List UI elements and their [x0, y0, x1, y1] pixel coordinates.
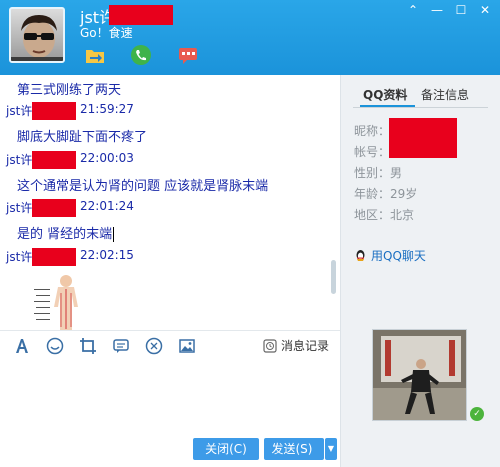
minimize-icon[interactable]: — — [428, 3, 446, 17]
window-controls: ⌃ — ☐ ✕ — [404, 3, 494, 17]
message-sender: jst许 — [6, 250, 33, 264]
qq-penguin-icon — [356, 250, 365, 261]
sender-redaction — [32, 102, 76, 120]
profile-redaction — [389, 118, 457, 158]
meridian-diagram-image[interactable] — [30, 273, 92, 330]
account-label: 帐号： — [354, 145, 391, 159]
sender-redaction — [32, 248, 76, 266]
phone-call-icon[interactable] — [130, 44, 152, 66]
maximize-icon[interactable]: ☐ — [452, 3, 470, 17]
emoji-icon[interactable] — [46, 337, 64, 355]
input-toolbar: 消息记录 — [0, 330, 340, 358]
profile-tabs: QQ资料 备注信息 — [353, 83, 488, 109]
qq-chat-label: 用QQ聊天 — [371, 249, 426, 263]
send-button[interactable]: 发送(S) — [264, 438, 324, 460]
message-text: 脚底大脚趾下面不疼了 — [17, 130, 148, 145]
contact-photo[interactable] — [372, 329, 467, 421]
message-text: 是的 肾经的末端 — [17, 227, 115, 242]
message-text: 这个通常是认为肾的问题 应该就是肾脉末端 — [17, 179, 269, 194]
tab-qq-profile[interactable]: QQ资料 — [363, 86, 407, 103]
message-time: 22:00:03 — [80, 151, 134, 165]
age-row: 年龄：29岁 — [354, 187, 418, 201]
history-label: 消息记录 — [281, 339, 330, 353]
message-time: 22:01:24 — [80, 199, 134, 213]
text-cursor — [113, 227, 115, 242]
message-sender: jst许 — [6, 104, 33, 118]
tab-remark-info[interactable]: 备注信息 — [421, 86, 469, 103]
gift-icon[interactable] — [145, 337, 163, 355]
avatar-portrait — [11, 15, 63, 61]
chat-history[interactable]: 第三式刚练了两天 jst许 21:59:27 脚底大脚趾下面不疼了 jst许 2… — [0, 75, 340, 330]
message-time: 22:02:15 — [80, 248, 134, 262]
region-row: 地区：北京 — [354, 208, 415, 222]
profile-panel: QQ资料 备注信息 昵称： 帐号： 性别：男 年龄：29岁 地区：北京 用QQ聊… — [341, 75, 500, 467]
file-transfer-icon[interactable] — [84, 44, 106, 66]
crop-icon[interactable] — [79, 337, 97, 355]
avatar[interactable] — [9, 7, 65, 63]
chat-bubble-icon[interactable] — [112, 337, 130, 355]
message-sender: jst许 — [6, 201, 33, 215]
close-icon[interactable]: ✕ — [476, 3, 494, 17]
gender-row: 性别：男 — [354, 166, 403, 180]
sender-redaction — [32, 151, 76, 169]
tab-divider — [353, 107, 488, 108]
send-options-dropdown[interactable]: ▼ — [325, 438, 337, 460]
message-time: 21:59:27 — [80, 102, 134, 116]
image-icon[interactable] — [178, 337, 196, 355]
close-button[interactable]: 关闭(C) — [193, 438, 259, 460]
qq-chat-link[interactable]: 用QQ聊天 — [354, 247, 426, 264]
font-icon[interactable] — [13, 337, 31, 355]
message-text: 第三式刚练了两天 — [17, 83, 122, 98]
message-sender: jst许 — [6, 153, 33, 167]
sender-redaction — [32, 199, 76, 217]
chat-header: jst许 Go！食速 ⌃ — ☐ ✕ — [0, 0, 500, 75]
chat-scrollbar[interactable] — [331, 260, 336, 294]
check-icon[interactable]: ✓ — [470, 407, 484, 421]
message-history-button[interactable]: 消息记录 — [263, 337, 329, 354]
nickname-label: 昵称： — [354, 124, 391, 138]
contact-status: Go！食速 — [80, 26, 133, 40]
name-redaction — [109, 5, 173, 25]
chevron-up-icon[interactable]: ⌃ — [404, 3, 422, 17]
message-input[interactable]: 关闭(C) 发送(S) ▼ — [0, 358, 340, 467]
martial-arts-photo — [373, 330, 466, 420]
remote-desktop-icon[interactable] — [177, 44, 199, 66]
history-icon — [263, 338, 277, 353]
